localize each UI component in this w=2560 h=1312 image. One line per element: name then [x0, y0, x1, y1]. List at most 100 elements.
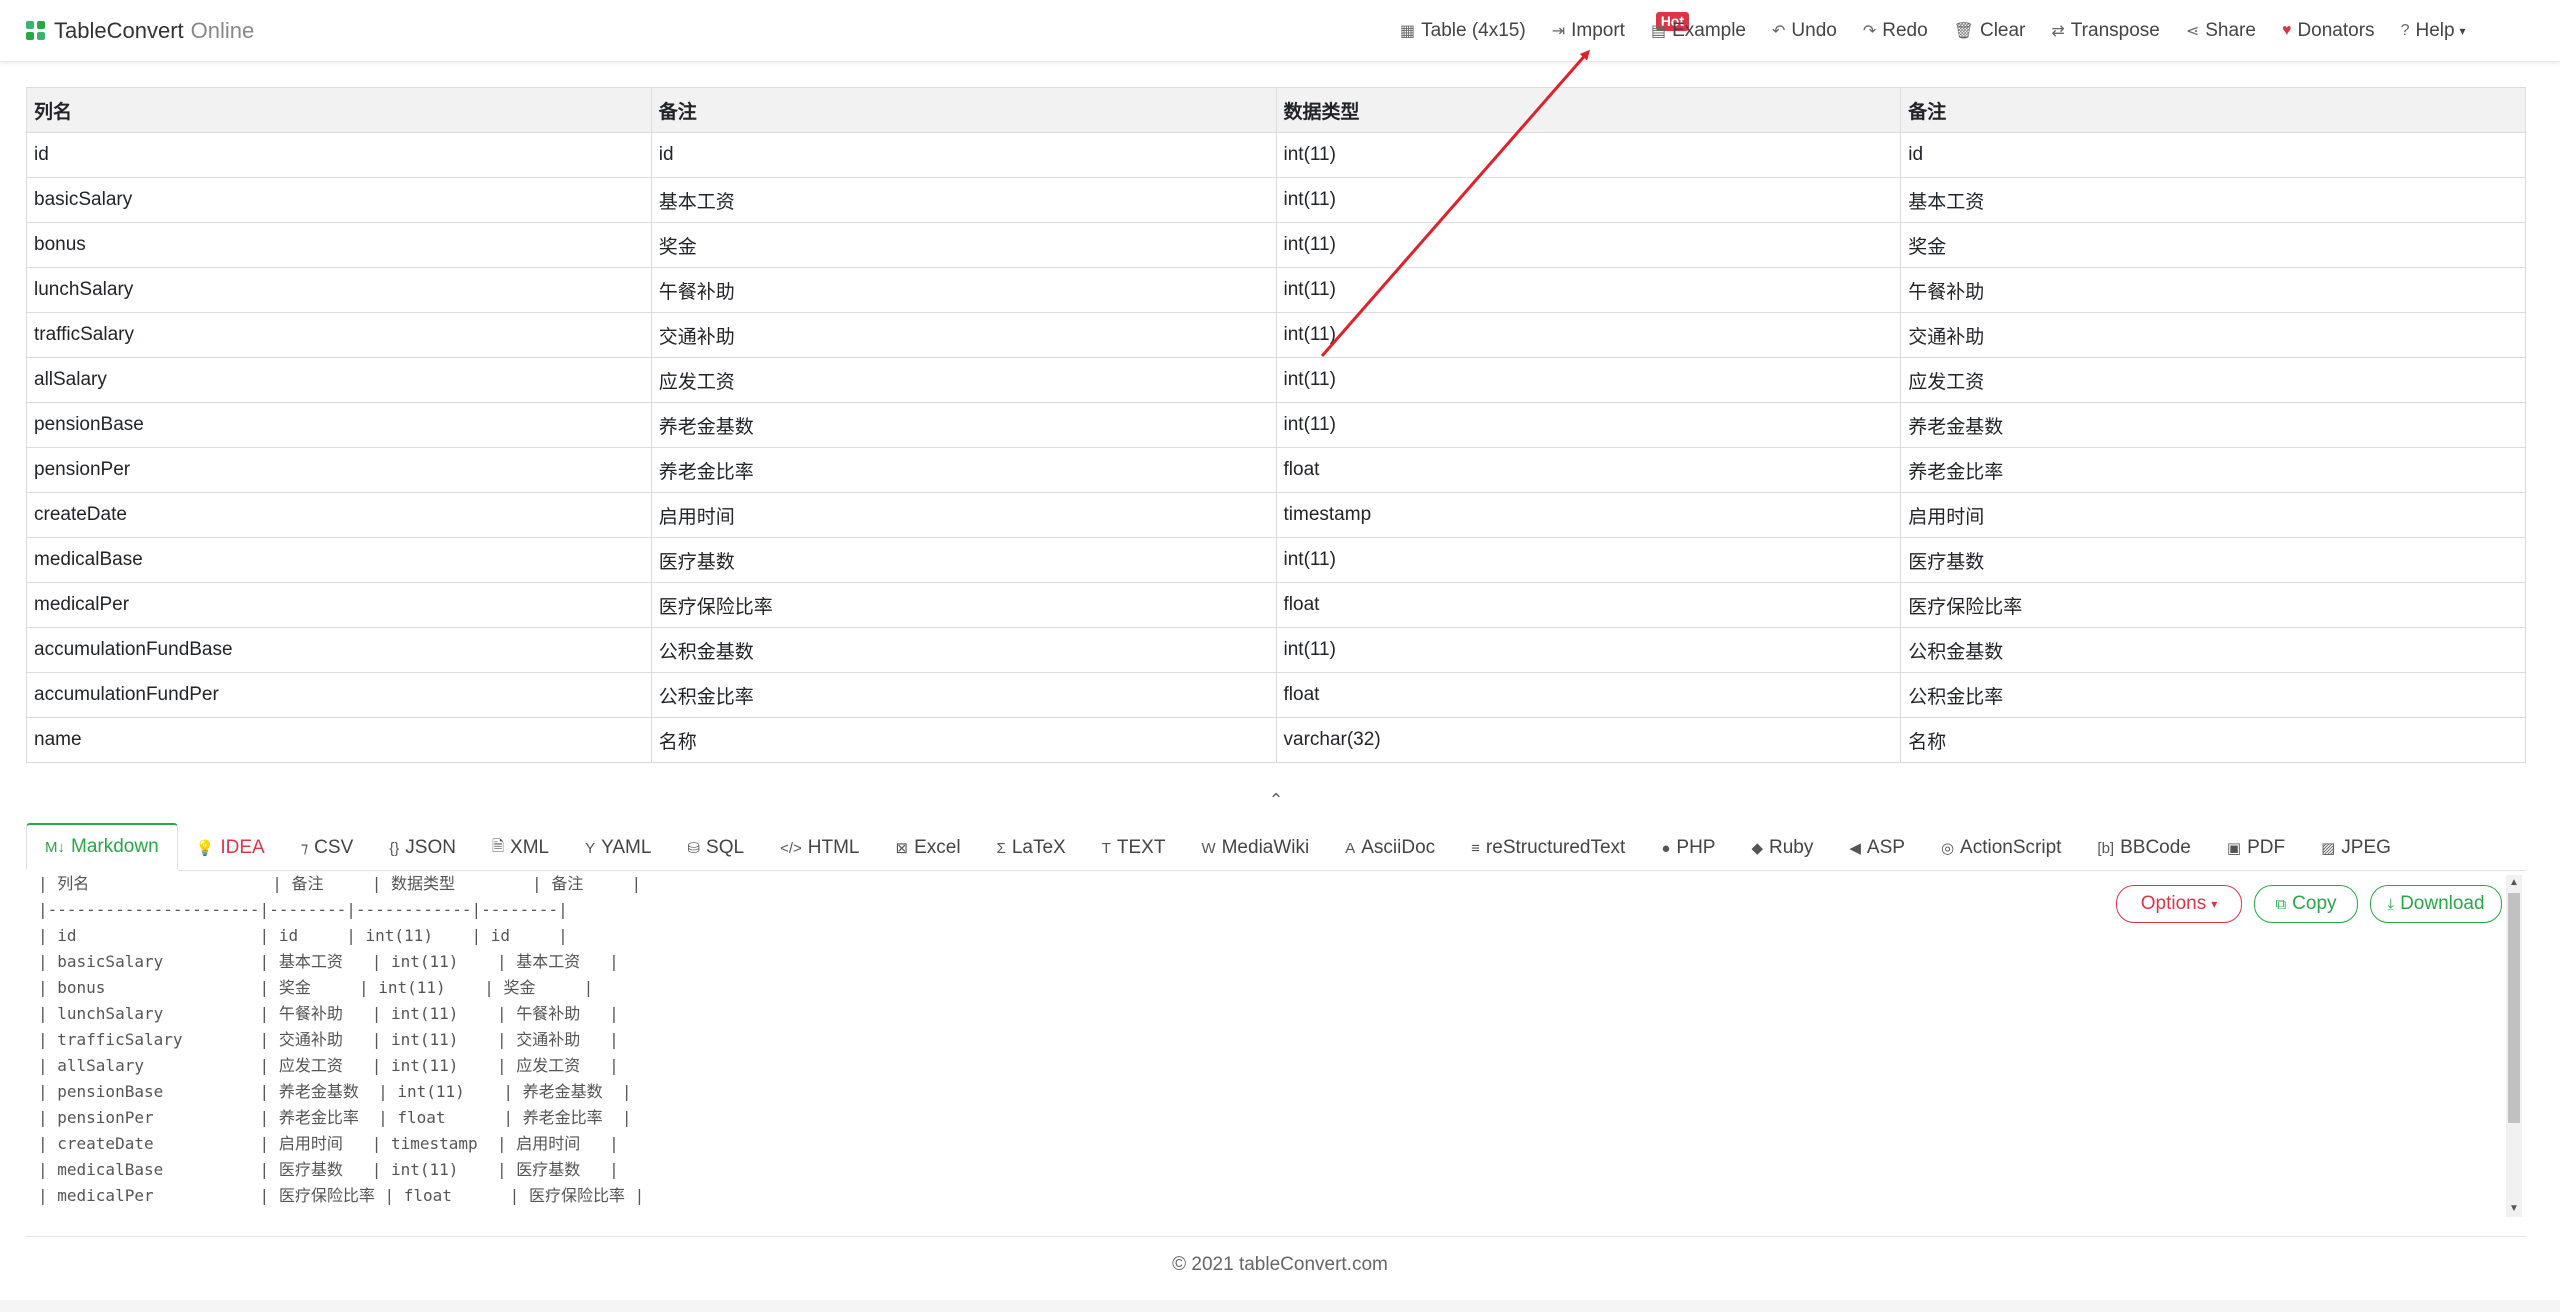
table-cell[interactable]: createDate	[26, 492, 652, 538]
table-cell[interactable]: pensionBase	[26, 402, 652, 448]
table-cell[interactable]: id	[26, 132, 652, 178]
table-cell[interactable]: float	[1275, 672, 1902, 718]
tab-sql[interactable]: ⛁ SQL	[669, 826, 762, 870]
tab-excel[interactable]: ⊠ Excel	[878, 826, 979, 870]
table-cell[interactable]: 奖金	[650, 222, 1277, 268]
tab-text[interactable]: T TEXT	[1084, 826, 1184, 870]
table-cell[interactable]: 交通补助	[650, 312, 1277, 358]
table-cell[interactable]: 名称	[1900, 717, 2526, 763]
table-cell[interactable]: 公积金比率	[1900, 672, 2526, 718]
tab-bbcode[interactable]: [b] BBCode	[2079, 826, 2208, 870]
table-header-cell[interactable]: 列名	[26, 87, 652, 133]
table-cell[interactable]: 养老金基数	[1900, 402, 2526, 448]
table-cell[interactable]: timestamp	[1275, 492, 1902, 538]
table-cell[interactable]: medicalBase	[26, 537, 652, 583]
download-button[interactable]: ⤓ Download	[2370, 885, 2502, 923]
table-cell[interactable]: id	[1900, 132, 2526, 178]
scroll-thumb[interactable]	[2508, 893, 2520, 1123]
tab-csv[interactable]: ⁊ CSV	[283, 826, 372, 870]
table-cell[interactable]: int(11)	[1275, 267, 1902, 313]
table-cell[interactable]: lunchSalary	[26, 267, 652, 313]
tab-mediawiki[interactable]: W MediaWiki	[1183, 826, 1327, 870]
tab-markdown[interactable]: M↓ Markdown	[26, 823, 178, 871]
table-cell[interactable]: 午餐补助	[1900, 267, 2526, 313]
table-cell[interactable]: 启用时间	[650, 492, 1277, 538]
table-cell[interactable]: basicSalary	[26, 177, 652, 223]
tab-php[interactable]: ● PHP	[1643, 826, 1733, 870]
table-cell[interactable]: 医疗保险比率	[650, 582, 1277, 628]
table-cell[interactable]: 公积金比率	[650, 672, 1277, 718]
tab-jpeg[interactable]: ▨ JPEG	[2303, 826, 2409, 870]
tab-restructuredtext[interactable]: ≡ reStructuredText	[1453, 826, 1643, 870]
table-cell[interactable]: int(11)	[1275, 132, 1902, 178]
brand[interactable]: TableConvert Online	[26, 16, 254, 46]
table-cell[interactable]: pensionPer	[26, 447, 652, 493]
table-cell[interactable]: 应发工资	[650, 357, 1277, 403]
tab-idea[interactable]: 💡 IDEA	[178, 826, 283, 870]
table-header-cell[interactable]: 备注	[650, 87, 1277, 133]
nav-donators-button[interactable]: ♥ Donators	[2282, 20, 2375, 42]
nav-clear-button[interactable]: 🗑 Clear	[1954, 20, 2026, 42]
tab-asp[interactable]: ◀ ASP	[1831, 826, 1923, 870]
tab-asciidoc[interactable]: A AsciiDoc	[1327, 826, 1453, 870]
chevron-up-icon[interactable]: ⌃	[1266, 790, 1286, 810]
tab-actionscript[interactable]: ◎ ActionScript	[1923, 826, 2079, 870]
table-cell[interactable]: float	[1275, 447, 1902, 493]
table-cell[interactable]: 基本工资	[650, 177, 1277, 223]
table-cell[interactable]: 养老金比率	[1900, 447, 2526, 493]
table-cell[interactable]: 名称	[650, 717, 1277, 763]
nav-help-button[interactable]: ? Help ▾	[2401, 20, 2466, 42]
table-cell[interactable]: bonus	[26, 222, 652, 268]
scroll-down-icon[interactable]: ▼	[2506, 1201, 2522, 1217]
table-header-cell[interactable]: 数据类型	[1275, 87, 1902, 133]
tab-json[interactable]: {} JSON	[371, 826, 474, 870]
table-cell[interactable]: 医疗基数	[650, 537, 1277, 583]
tab-ruby[interactable]: ◆ Ruby	[1733, 826, 1831, 870]
nav-redo-button[interactable]: ↷ Redo	[1863, 20, 1928, 42]
table-cell[interactable]: 奖金	[1900, 222, 2526, 268]
options-button[interactable]: Options ▾	[2116, 885, 2242, 923]
nav-import-button[interactable]: ⇥ Import Hot	[1552, 12, 1690, 42]
table-cell[interactable]: float	[1275, 582, 1902, 628]
table-cell[interactable]: int(11)	[1275, 402, 1902, 448]
table-cell[interactable]: name	[26, 717, 652, 763]
table-cell[interactable]: 医疗基数	[1900, 537, 2526, 583]
table-cell[interactable]: int(11)	[1275, 537, 1902, 583]
scroll-up-icon[interactable]: ▲	[2506, 875, 2522, 891]
nav-undo-button[interactable]: ↶ Undo	[1772, 20, 1837, 42]
nav-table-4x15-button[interactable]: ▦ Table (4x15)	[1400, 20, 1526, 42]
table-cell[interactable]: medicalPer	[26, 582, 652, 628]
table-cell[interactable]: int(11)	[1275, 357, 1902, 403]
output-scrollbar[interactable]: ▲ ▼	[2506, 875, 2522, 1217]
table-cell[interactable]: 公积金基数	[650, 627, 1277, 673]
table-cell[interactable]: trafficSalary	[26, 312, 652, 358]
table-cell[interactable]: varchar(32)	[1275, 717, 1902, 763]
table-cell[interactable]: int(11)	[1275, 627, 1902, 673]
table-cell[interactable]: 养老金基数	[650, 402, 1277, 448]
table-cell[interactable]: allSalary	[26, 357, 652, 403]
table-cell[interactable]: 医疗保险比率	[1900, 582, 2526, 628]
table-cell[interactable]: int(11)	[1275, 177, 1902, 223]
table-cell[interactable]: 公积金基数	[1900, 627, 2526, 673]
nav-transpose-button[interactable]: ⇄ Transpose	[2051, 20, 2159, 42]
tab-xml[interactable]: 🗎 XML	[474, 826, 567, 870]
tab-pdf[interactable]: ▣ PDF	[2209, 826, 2303, 870]
table-cell[interactable]: id	[650, 132, 1277, 178]
nav-example-button[interactable]: ▤ Example	[1651, 20, 1746, 42]
nav-share-button[interactable]: ⋖ Share	[2186, 20, 2256, 42]
table-cell[interactable]: 交通补助	[1900, 312, 2526, 358]
table-cell[interactable]: accumulationFundPer	[26, 672, 652, 718]
table-header-cell[interactable]: 备注	[1900, 87, 2526, 133]
table-cell[interactable]: 应发工资	[1900, 357, 2526, 403]
table-cell[interactable]: 启用时间	[1900, 492, 2526, 538]
table-cell[interactable]: 基本工资	[1900, 177, 2526, 223]
tab-html[interactable]: </> HTML	[762, 826, 877, 870]
copy-button[interactable]: ⧉ Copy	[2254, 885, 2358, 923]
table-cell[interactable]: 午餐补助	[650, 267, 1277, 313]
table-cell[interactable]: 养老金比率	[650, 447, 1277, 493]
tab-latex[interactable]: Σ LaTeX	[979, 826, 1084, 870]
tab-yaml[interactable]: Y YAML	[567, 826, 669, 870]
table-cell[interactable]: int(11)	[1275, 222, 1902, 268]
table-cell[interactable]: accumulationFundBase	[26, 627, 652, 673]
table-cell[interactable]: int(11)	[1275, 312, 1902, 358]
